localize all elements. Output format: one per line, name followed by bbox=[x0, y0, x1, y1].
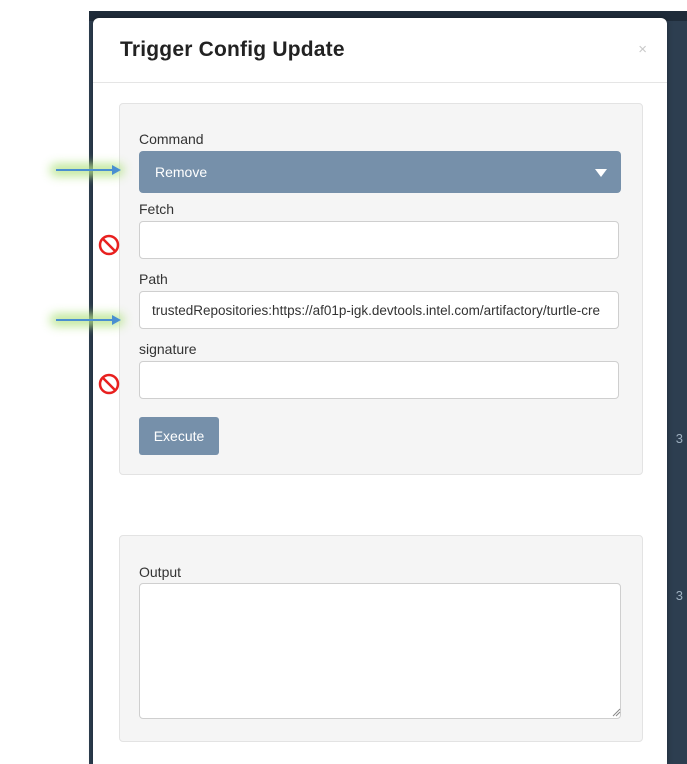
chevron-down-icon bbox=[595, 169, 607, 177]
output-textarea[interactable] bbox=[139, 583, 621, 719]
output-label: Output bbox=[139, 564, 182, 580]
background-edge-text: 3 bbox=[675, 431, 683, 446]
no-entry-icon bbox=[98, 234, 120, 256]
execute-button[interactable]: Execute bbox=[139, 417, 219, 455]
close-button[interactable]: × bbox=[638, 42, 647, 57]
no-entry-icon bbox=[98, 373, 120, 395]
command-select[interactable]: Remove bbox=[139, 151, 621, 193]
fetch-input[interactable] bbox=[139, 221, 619, 259]
command-form-panel: Command Remove Fetch Path signature Exec… bbox=[119, 103, 643, 475]
command-selected-value: Remove bbox=[155, 164, 208, 180]
modal-header: Trigger Config Update × bbox=[93, 18, 667, 83]
command-label: Command bbox=[139, 131, 204, 147]
signature-label: signature bbox=[139, 341, 197, 357]
output-panel: Output bbox=[119, 535, 643, 742]
arrow-right-icon bbox=[50, 158, 130, 182]
path-label: Path bbox=[139, 271, 168, 287]
trigger-config-modal: Trigger Config Update × Command Remove F… bbox=[93, 18, 667, 764]
modal-title: Trigger Config Update bbox=[120, 38, 345, 61]
signature-input[interactable] bbox=[139, 361, 619, 399]
resize-grip-icon[interactable] bbox=[611, 707, 621, 717]
background-edge-text: 3 bbox=[675, 588, 683, 603]
arrow-right-icon bbox=[50, 308, 130, 332]
fetch-label: Fetch bbox=[139, 201, 175, 217]
path-input[interactable] bbox=[139, 291, 619, 329]
